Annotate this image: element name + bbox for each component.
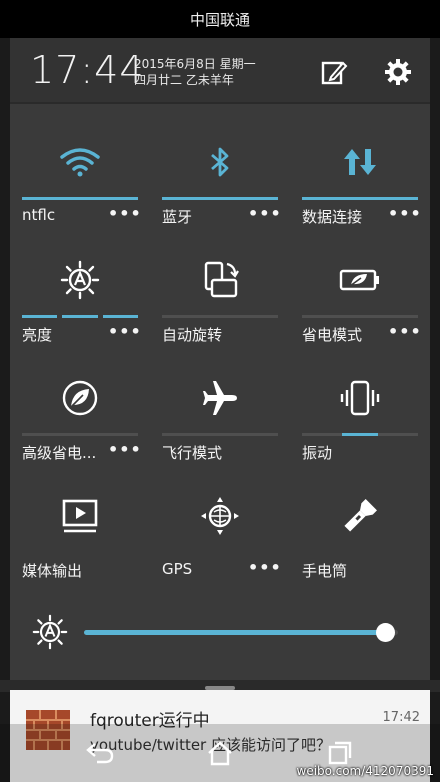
gear-icon	[385, 59, 411, 85]
auto-brightness-icon	[32, 614, 68, 650]
back-button[interactable]	[80, 733, 120, 773]
back-icon	[86, 743, 114, 764]
auto-rotate-icon	[204, 261, 239, 298]
tile-indicator	[302, 197, 418, 200]
notification-time: 17:42	[382, 710, 420, 725]
home-button[interactable]	[200, 733, 240, 773]
more-button[interactable]: •••	[108, 204, 141, 223]
tile-label: 高级省电...	[22, 444, 97, 462]
bluetooth-icon	[211, 147, 229, 177]
tile-media-output[interactable]: 媒体输出	[22, 478, 138, 596]
more-button[interactable]: •••	[108, 322, 141, 341]
clock[interactable]: 17:44	[30, 48, 145, 92]
vibrate-active-indicator	[342, 433, 378, 436]
tile-label: 蓝牙	[162, 208, 193, 226]
tile-gps[interactable]: GPS •••	[162, 478, 281, 596]
settings-button[interactable]	[380, 54, 416, 90]
brightness-level-segment	[62, 315, 98, 318]
brightness-slider-thumb[interactable]	[376, 623, 395, 642]
tile-auto-rotate[interactable]: 自动旋转	[162, 242, 278, 360]
tile-indicator	[22, 197, 138, 200]
tile-extreme-power-saver[interactable]: 高级省电... •••	[22, 360, 141, 478]
tile-mobile-data[interactable]: 数据连接 •••	[302, 124, 421, 242]
tile-brightness[interactable]: 亮度 •••	[22, 242, 141, 360]
tile-label: 媒体输出	[22, 562, 83, 580]
quick-settings-panel: 17:44 2015年6月8日 星期一 四月廿二 乙未羊年 ntflc ••• …	[10, 38, 430, 690]
power-saver-icon	[339, 269, 379, 291]
more-button[interactable]: •••	[248, 204, 281, 223]
tile-power-saver[interactable]: 省电模式 •••	[302, 242, 421, 360]
vibrate-icon	[340, 380, 380, 416]
brightness-level-segment	[103, 315, 138, 318]
brightness-level-segment	[22, 315, 57, 318]
tile-indicator	[162, 197, 278, 200]
recents-icon	[328, 741, 352, 765]
tile-label: 自动旋转	[162, 326, 223, 344]
tile-label: 振动	[302, 444, 333, 462]
tile-indicator	[302, 315, 418, 318]
media-output-icon	[62, 499, 98, 533]
gps-icon	[201, 497, 239, 535]
tile-indicator	[162, 315, 278, 318]
tile-airplane-mode[interactable]: 飞行模式	[162, 360, 278, 478]
auto-brightness-toggle[interactable]	[32, 614, 68, 650]
tile-label: ntflc	[22, 206, 56, 224]
extreme-power-saver-icon	[62, 380, 98, 416]
tile-bluetooth[interactable]: 蓝牙 •••	[162, 124, 281, 242]
airplane-icon	[203, 381, 237, 415]
data-transfer-icon	[344, 149, 376, 175]
home-icon	[208, 741, 232, 766]
tile-flashlight[interactable]: 手电筒	[302, 478, 418, 596]
tile-label: 飞行模式	[162, 444, 223, 462]
tile-label: 亮度	[22, 326, 53, 344]
date-line-lunar: 四月廿二 乙未羊年	[134, 73, 234, 87]
watermark: weibo.com/412070391	[296, 764, 434, 778]
brightness-slider-row	[10, 608, 430, 654]
tile-indicator	[22, 433, 138, 436]
panel-header: 17:44 2015年6月8日 星期一 四月廿二 乙未羊年	[10, 38, 430, 104]
date-line-gregorian: 2015年6月8日 星期一	[134, 57, 256, 71]
date[interactable]: 2015年6月8日 星期一 四月廿二 乙未羊年	[134, 56, 256, 88]
brightness-slider-fill	[84, 630, 386, 635]
edit-button[interactable]	[316, 54, 352, 90]
more-button[interactable]: •••	[388, 204, 421, 223]
more-button[interactable]: •••	[388, 322, 421, 341]
tile-label: 数据连接	[302, 208, 363, 226]
tile-label: 省电模式	[302, 326, 363, 344]
carrier-name: 中国联通	[189, 10, 250, 29]
tile-label: 手电筒	[302, 562, 348, 580]
tile-vibrate[interactable]: 振动	[302, 360, 418, 478]
flashlight-icon	[344, 499, 377, 532]
status-bar: 中国联通	[0, 0, 440, 38]
tile-wifi[interactable]: ntflc •••	[22, 124, 141, 242]
more-button[interactable]: •••	[248, 558, 281, 577]
edit-icon	[321, 61, 348, 85]
brightness-slider[interactable]	[84, 623, 398, 642]
tile-indicator	[162, 433, 278, 436]
tile-label: GPS	[162, 560, 193, 578]
wifi-icon	[60, 148, 100, 177]
auto-brightness-icon	[60, 260, 100, 300]
more-button[interactable]: •••	[108, 440, 141, 459]
